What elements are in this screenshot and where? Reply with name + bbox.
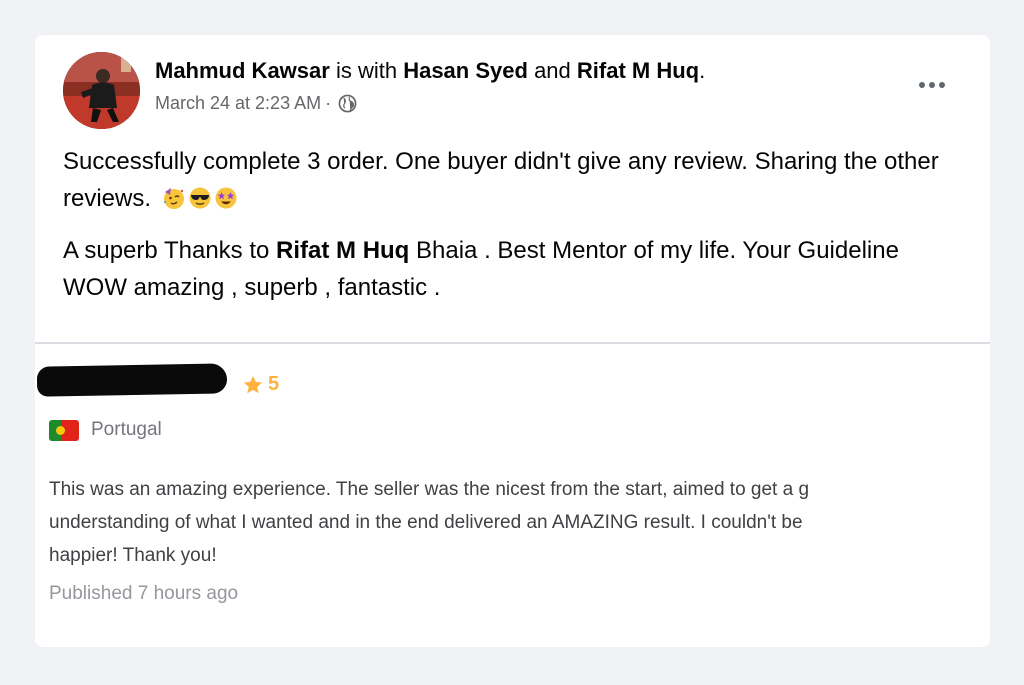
tagged-user-1[interactable]: Hasan Syed — [403, 58, 528, 83]
dot — [929, 82, 935, 88]
author-name[interactable]: Mahmud Kawsar — [155, 58, 330, 83]
partying-face-emoji — [163, 188, 184, 209]
post-divider — [35, 342, 990, 344]
author-line-period: . — [699, 58, 706, 83]
tagged-user-2[interactable]: Rifat M Huq — [577, 58, 699, 83]
redacted-reviewer-name — [36, 363, 228, 397]
dot — [939, 82, 945, 88]
star-struck-emoji — [215, 187, 237, 209]
avatar-photo — [63, 52, 140, 129]
more-options-icon[interactable] — [914, 73, 950, 97]
review-rating: 5 — [242, 373, 279, 396]
rating-value: 5 — [268, 373, 280, 395]
author-line: Mahmud Kawsar is with Hasan Syed and Rif… — [155, 58, 705, 84]
post-meta: March 24 at 2:23 AM · — [155, 93, 357, 114]
post-paragraph-2: A superb Thanks to Rifat M Huq Bhaia . B… — [63, 232, 943, 306]
reviewer-country: Portugal — [49, 419, 162, 441]
review-line-2: understanding of what I wanted and in th… — [49, 512, 803, 533]
para2-prefix: A superb Thanks to — [63, 237, 270, 264]
review-published-time: Published 7 hours ago — [49, 583, 239, 604]
with-text: is with — [335, 58, 398, 83]
sunglasses-face-emoji — [189, 187, 211, 209]
and-text: and — [534, 58, 571, 83]
review-text: This was an amazing experience. The sell… — [49, 473, 989, 572]
dot — [919, 82, 925, 88]
portugal-flag-icon — [49, 419, 79, 441]
post-card: Mahmud Kawsar is with Hasan Syed and Rif… — [35, 35, 990, 647]
globe-icon[interactable] — [338, 94, 357, 113]
author-avatar[interactable] — [63, 52, 140, 129]
review-line-1: This was an amazing experience. The sell… — [49, 479, 810, 500]
review-line-3: happier! Thank you! — [49, 545, 217, 566]
mention-link[interactable]: Rifat M Huq — [276, 237, 409, 264]
post-paragraph-1: Successfully complete 3 order. One buyer… — [63, 143, 943, 217]
star-icon — [243, 375, 263, 393]
meta-separator: · — [325, 93, 332, 113]
post-timestamp[interactable]: March 24 at 2:23 AM — [155, 93, 321, 114]
country-name: Portugal — [91, 419, 162, 440]
emoji-group — [162, 186, 238, 210]
